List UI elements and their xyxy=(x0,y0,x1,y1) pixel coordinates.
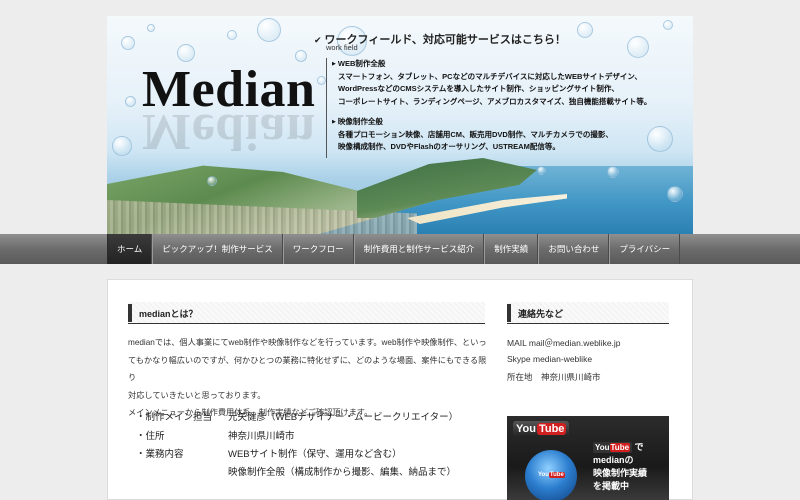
section-marker xyxy=(128,304,132,322)
globe-tube: Tube xyxy=(548,472,565,478)
mini-youtube-logo: YouTube xyxy=(593,442,633,453)
sidebar-section-header: 連絡先など xyxy=(507,302,669,324)
info-row: ・業務内容 WEBサイト制作（保守、運用など含む） xyxy=(136,446,402,460)
info-key: ・住所 xyxy=(136,431,165,442)
nav-item-works[interactable]: 制作実績 xyxy=(484,234,539,264)
bubble-icon xyxy=(537,166,546,175)
headline-text: ワークフィールド、対応可能サービスはこちら！ xyxy=(324,34,566,46)
banner-line3: 映像制作実績 xyxy=(593,468,648,478)
service-title: WEB制作全般 xyxy=(332,58,651,71)
bubble-icon xyxy=(627,36,649,58)
service-line: コーポレートサイト、ランディングページ、アメブロカスタマイズ、独自機能搭載サイト… xyxy=(338,96,652,106)
youtube-globe-label: YouTube xyxy=(538,472,565,478)
nav-item-pricing[interactable]: 制作費用と制作サービス紹介 xyxy=(353,234,485,264)
bubble-icon xyxy=(207,176,217,186)
sidebar-section-title: 連絡先など xyxy=(518,309,564,319)
header-divider xyxy=(326,58,327,158)
service-line: スマートフォン、タブレット、PCなどのマルチデバイスに対応したWEBサイトデザイ… xyxy=(338,71,642,81)
globe-you: You xyxy=(538,472,549,478)
info-value: 元矢健彦（WEBデザイナー・ムービークリエイター） xyxy=(228,412,459,423)
info-key: ・業務内容 xyxy=(136,449,184,460)
bubble-icon xyxy=(147,24,155,32)
bubble-icon xyxy=(125,96,136,107)
info-value: WEBサイト制作（保守、運用など含む） xyxy=(228,449,402,460)
bubble-icon xyxy=(667,186,683,202)
contact-location: 所在地 神奈川県川崎市 xyxy=(507,372,601,382)
youtube-banner-text: YouTube で medianの 映像制作実績 を掲載中 xyxy=(593,441,647,493)
main-section-header: medianとは？ xyxy=(128,302,485,324)
nav-items: ホーム ピックアップ！制作サービス ワークフロー 制作費用と制作サービス紹介 制… xyxy=(107,234,681,264)
nav-item-privacy[interactable]: プライバシー xyxy=(609,234,681,264)
banner-line1: YouTube で xyxy=(593,441,647,454)
bubble-icon xyxy=(317,76,326,85)
nav-item-home[interactable]: ホーム xyxy=(107,234,153,264)
info-row: 映像制作全般（構成制作から撮影、編集、納品まで） xyxy=(136,464,456,478)
service-line: 各種プロモーション映像、店舗用CM、販売用DVD制作、マルチカメラでの撮影、 xyxy=(338,129,613,139)
service-web: WEB制作全般 スマートフォン、タブレット、PCなどのマルチデバイスに対応したW… xyxy=(332,58,652,108)
info-value: 映像制作全般（構成制作から撮影、編集、納品まで） xyxy=(228,467,457,478)
service-line: WordPressなどのCMSシステムを導入したサイト制作、ショッピングサイト制… xyxy=(338,84,619,93)
youtube-banner[interactable]: You Tube YouTube YouTube で medianの 映像制作実績… xyxy=(507,416,669,500)
info-row: ・住所 神奈川県川崎市 xyxy=(136,428,295,442)
bubble-icon xyxy=(607,166,619,178)
youtube-tube: Tube xyxy=(536,423,567,435)
service-line: 映像構成制作、DVDやFlashのオーサリング、USTREAM配信等。 xyxy=(338,142,560,151)
check-icon: ✔ xyxy=(314,35,322,45)
service-title: 映像制作全般 xyxy=(332,116,613,129)
contact-mail[interactable]: MAIL mail＠median.weblike.jp xyxy=(507,337,621,349)
nav-item-workflow[interactable]: ワークフロー xyxy=(282,234,354,264)
bubble-icon xyxy=(112,136,132,156)
mini-you: You xyxy=(595,443,610,452)
info-value: 神奈川県川崎市 xyxy=(228,431,295,442)
banner-line4: を掲載中 xyxy=(593,481,630,491)
nav-item-pickup[interactable]: ピックアップ！制作サービス xyxy=(152,234,283,264)
intro-line: てもかなり幅広いのですが、何かひとつの業務に特化せずに、どのような場面、案件にも… xyxy=(128,355,487,383)
service-video: 映像制作全般 各種プロモーション映像、店舗用CM、販売用DVD制作、マルチカメラ… xyxy=(332,116,613,154)
intro-line: 対応していきたいと思っております。 xyxy=(128,390,266,400)
youtube-logo: You Tube xyxy=(513,421,570,437)
banner-line2: medianの xyxy=(593,455,634,465)
header-subhead: work field xyxy=(326,43,358,52)
bubble-icon xyxy=(577,22,593,38)
info-key: ・制作メイン担当 xyxy=(136,412,213,423)
contact-skype: Skype median-weblike xyxy=(507,354,593,364)
bubble-icon xyxy=(121,36,135,50)
main-section-title: medianとは？ xyxy=(139,309,198,319)
main-nav: ホーム ピックアップ！制作サービス ワークフロー 制作費用と制作サービス紹介 制… xyxy=(0,234,800,264)
banner-line1-suffix: で xyxy=(634,442,644,452)
bubble-icon xyxy=(257,18,281,42)
section-marker xyxy=(507,304,511,322)
bubble-icon xyxy=(663,20,673,30)
bubble-icon xyxy=(227,30,237,40)
site-logo-reflection: Median xyxy=(142,103,316,160)
info-row: ・制作メイン担当 元矢健彦（WEBデザイナー・ムービークリエイター） xyxy=(136,409,458,423)
bubble-icon xyxy=(647,126,673,152)
nav-item-contact[interactable]: お問い合わせ xyxy=(538,234,610,264)
youtube-you: You xyxy=(516,423,536,435)
mini-tube: Tube xyxy=(609,443,631,452)
intro-line: medianでは、個人事業にてweb制作や映像制作などを行っています。web制作… xyxy=(128,338,487,347)
